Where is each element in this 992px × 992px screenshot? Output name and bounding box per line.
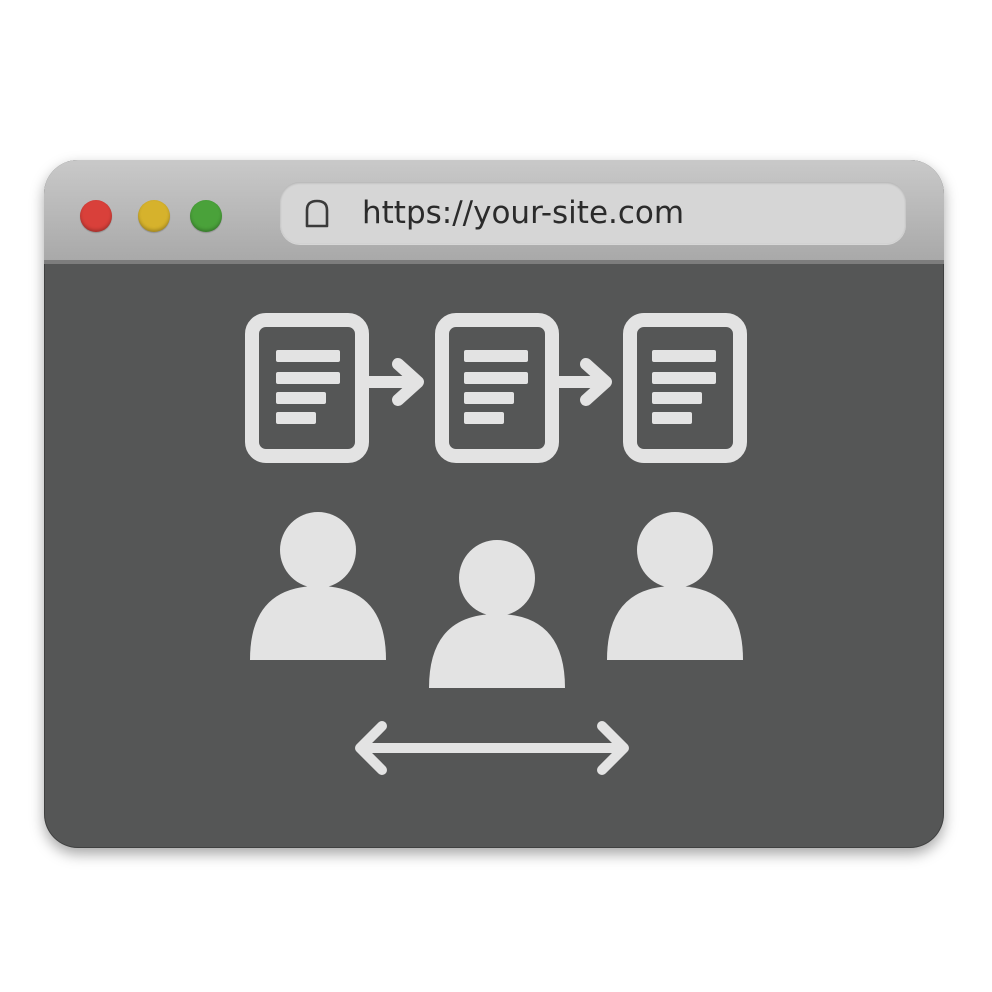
arrow-right-icon — [362, 358, 424, 406]
address-bar[interactable]: https://your-site.com — [280, 182, 906, 244]
minimize-button[interactable] — [138, 200, 170, 232]
double-arrow-icon — [355, 721, 629, 775]
close-button[interactable] — [80, 200, 112, 232]
title-bar: https://your-site.com — [44, 160, 944, 264]
zoom-button[interactable] — [190, 200, 222, 232]
browser-window: https://your-site.com — [44, 160, 944, 848]
document-lines — [652, 350, 716, 424]
page-content — [44, 264, 944, 848]
document-lines — [464, 350, 528, 424]
document-icon — [245, 313, 369, 463]
lock-icon — [305, 199, 329, 228]
document-icon — [623, 313, 747, 463]
url-text: https://your-site.com — [362, 195, 685, 231]
illustration — [245, 313, 747, 775]
user-icon — [250, 512, 386, 660]
user-icon — [607, 512, 743, 660]
user-icon — [429, 540, 565, 688]
stage: https://your-site.com — [0, 0, 992, 992]
document-icon — [435, 313, 559, 463]
document-lines — [276, 350, 340, 424]
arrow-right-icon — [552, 358, 612, 406]
